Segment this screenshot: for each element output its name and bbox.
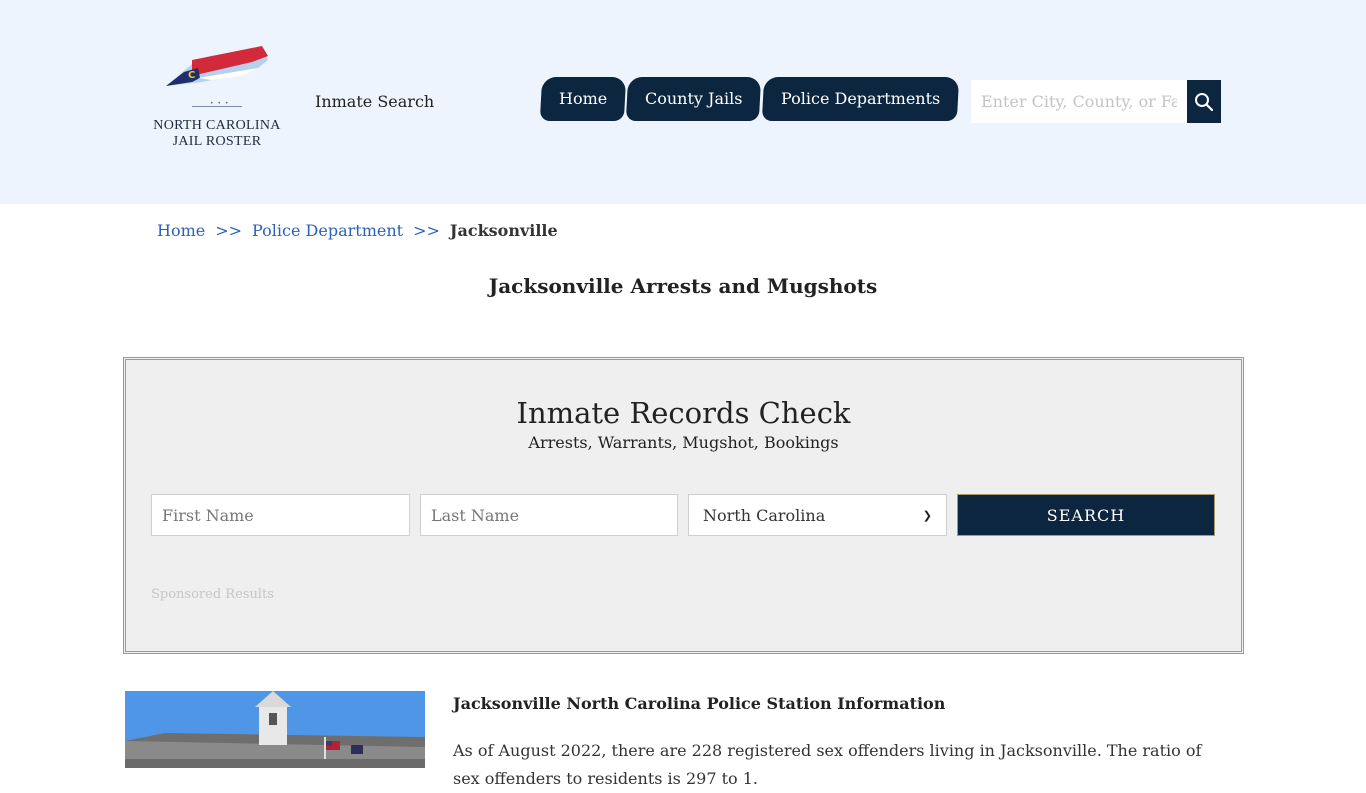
logo-text-line2: JAIL ROSTER: [172, 134, 262, 149]
chevron-down-icon: ❯: [922, 508, 932, 522]
north-carolina-flag-map-icon: C: [166, 46, 268, 86]
records-search-button[interactable]: SEARCH: [957, 494, 1215, 536]
inmate-search-link[interactable]: Inmate Search: [315, 92, 434, 111]
breadcrumb-separator: >>: [413, 221, 440, 240]
first-name-input[interactable]: [151, 494, 410, 536]
nav-home[interactable]: Home: [539, 77, 627, 121]
state-select-value: North Carolina: [703, 505, 826, 525]
site-search-input[interactable]: [971, 80, 1187, 123]
breadcrumb: Home >> Police Department >> Jacksonvill…: [157, 221, 558, 240]
main-nav: Home County Jails Police Departments: [539, 77, 960, 121]
police-station-photo: [125, 691, 425, 768]
nav-home-label: Home: [559, 89, 608, 108]
nav-county-jails-label: County Jails: [645, 89, 743, 108]
breadcrumb-current: Jacksonville: [449, 221, 558, 240]
search-icon: [1195, 92, 1214, 111]
records-title: Inmate Records Check: [516, 396, 851, 430]
info-text: As of August 2022, there are 228 registe…: [453, 741, 1202, 788]
last-name-input[interactable]: [420, 494, 678, 536]
state-select[interactable]: North Carolina ❯: [688, 494, 947, 536]
nav-police-departments-label: Police Departments: [780, 89, 940, 108]
breadcrumb-police-department[interactable]: Police Department: [252, 221, 403, 240]
sponsored-results-label: Sponsored Results: [151, 587, 274, 602]
records-subtitle: Arrests, Warrants, Mugshot, Bookings: [528, 433, 839, 452]
police-station-image: [125, 691, 425, 768]
site-search-button[interactable]: [1187, 80, 1221, 123]
site-header: C • • • NORTH CAROLINA JAIL ROSTER Inmat…: [0, 0, 1366, 204]
logo-text-line1: NORTH CAROLINA: [153, 118, 281, 133]
logo-divider: [192, 106, 242, 107]
page-title: Jacksonville Arrests and Mugshots: [488, 274, 878, 298]
breadcrumb-home[interactable]: Home: [157, 221, 205, 240]
info-title: Jacksonville North Carolina Police Stati…: [453, 694, 946, 713]
nav-county-jails[interactable]: County Jails: [626, 77, 762, 121]
inmate-records-panel: Inmate Records Check Arrests, Warrants, …: [123, 357, 1244, 654]
breadcrumb-separator: >>: [215, 221, 243, 240]
site-logo[interactable]: C • • • NORTH CAROLINA JAIL ROSTER: [146, 44, 288, 154]
site-search: [971, 80, 1221, 123]
svg-text:C: C: [188, 70, 195, 81]
nav-police-departments[interactable]: Police Departments: [761, 77, 960, 121]
